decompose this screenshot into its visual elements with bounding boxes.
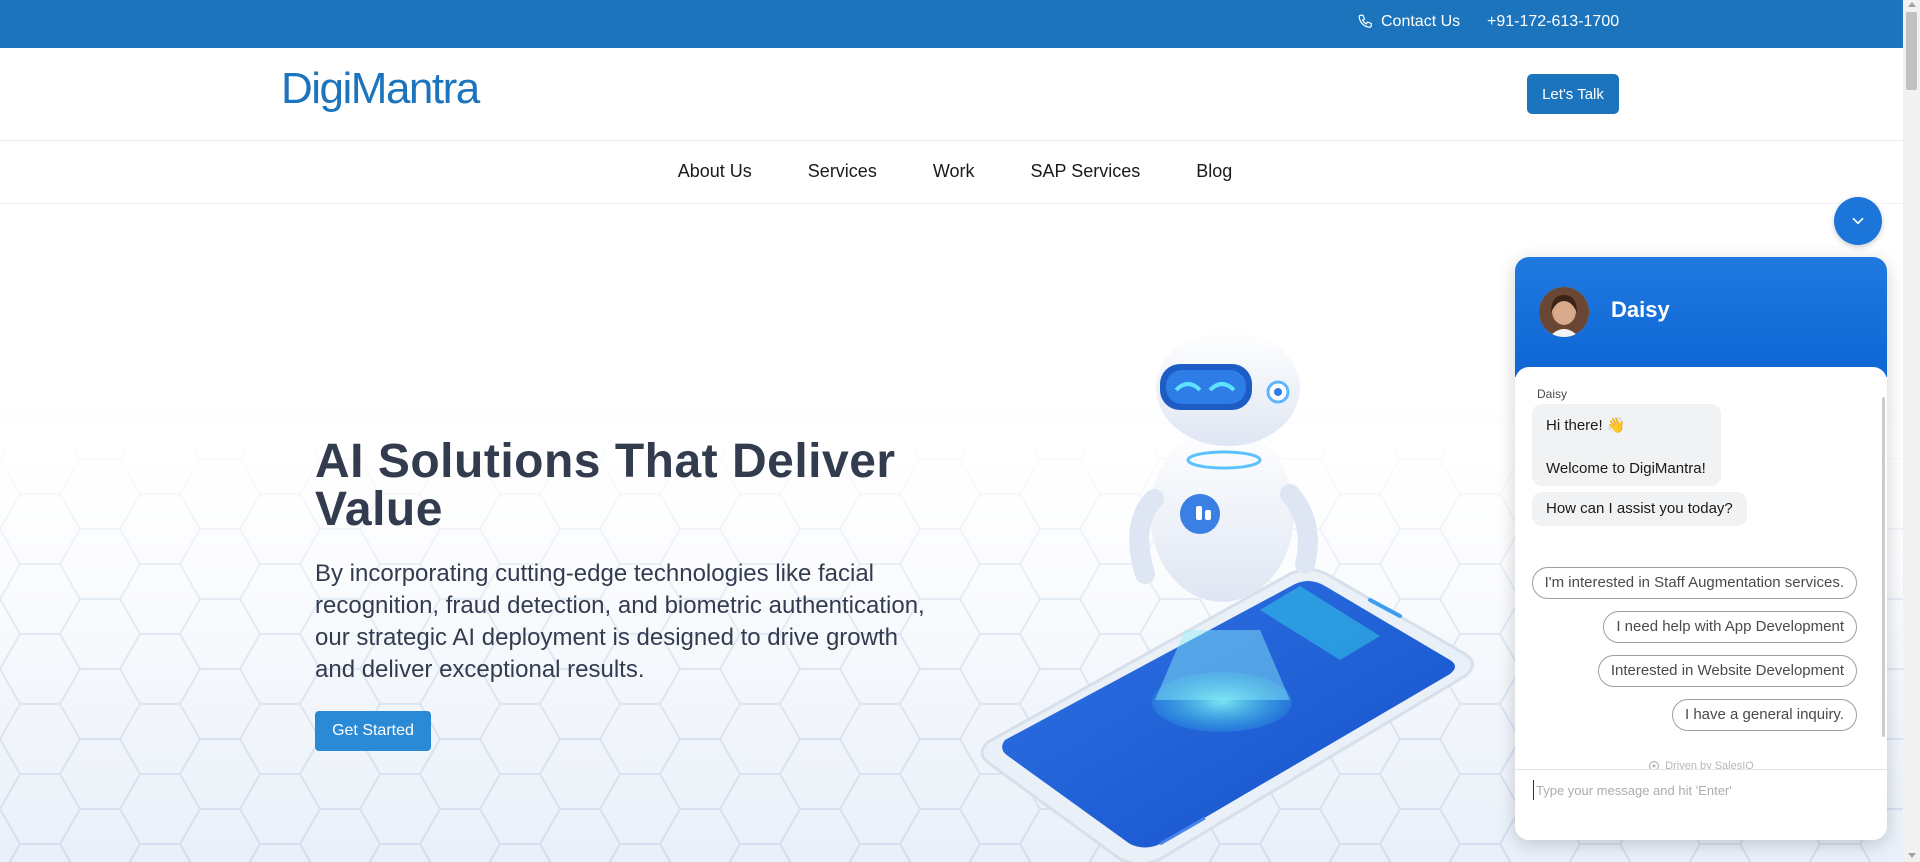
greeting-text: Hi there! 👋: [1546, 417, 1626, 434]
option-staff-augmentation[interactable]: I'm interested in Staff Augmentation ser…: [1531, 567, 1857, 599]
phone-number-link[interactable]: +91-172-613-1700: [1487, 13, 1619, 31]
scroll-down-icon[interactable]: [1908, 853, 1916, 858]
chat-header: Daisy: [1515, 257, 1887, 377]
top-bar: Contact Us +91-172-613-1700: [0, 0, 1903, 48]
chat-minimize-button[interactable]: [1834, 197, 1882, 245]
agent-avatar: [1539, 287, 1589, 337]
option-general-inquiry[interactable]: I have a general inquiry.: [1672, 699, 1857, 731]
welcome-text: Welcome to DigiMantra!: [1546, 460, 1706, 477]
option-app-development[interactable]: I need help with App Development: [1603, 611, 1857, 643]
chat-widget: Daisy Daisy Hi there! 👋 Welcome to DigiM…: [1515, 257, 1887, 840]
hero-title: AI Solutions That Deliver Value: [315, 435, 896, 536]
nav-item-blog[interactable]: Blog: [1196, 161, 1232, 182]
robot-phone-illustration: [980, 330, 1474, 862]
logo-wordmark: DigiMantra: [281, 65, 481, 113]
nav-item-work[interactable]: Work: [933, 161, 975, 182]
phone-icon: [1357, 13, 1375, 31]
agent-name: Daisy: [1611, 297, 1670, 322]
nav-item-services[interactable]: Services: [808, 161, 877, 182]
scrollbar-thumb[interactable]: [1906, 12, 1917, 90]
nav-item-about-us[interactable]: About Us: [678, 161, 752, 182]
get-started-button[interactable]: Get Started: [315, 711, 431, 751]
lets-talk-button[interactable]: Let's Talk: [1527, 74, 1619, 114]
option-website-development[interactable]: Interested in Website Development: [1597, 655, 1857, 687]
site-header: DigiMantra Let's Talk: [0, 48, 1903, 141]
main-nav: About Us Services Work SAP Services Blog: [0, 141, 1903, 204]
scroll-up-icon[interactable]: [1908, 2, 1916, 7]
page-scrollbar[interactable]: [1903, 0, 1920, 862]
contact-us-link[interactable]: Contact Us: [1357, 13, 1460, 31]
chat-message-input[interactable]: [1533, 780, 1863, 800]
chat-conversation: Daisy Hi there! 👋 Welcome to DigiMantra!…: [1515, 367, 1887, 772]
question-message: How can I assist you today?: [1532, 492, 1747, 526]
contact-us-label: Contact Us: [1381, 13, 1461, 30]
message-sender-label: Daisy: [1537, 387, 1568, 401]
chevron-down-icon: [1852, 217, 1864, 225]
nav-item-sap-services[interactable]: SAP Services: [1031, 161, 1141, 182]
chat-scrollbar[interactable]: [1882, 397, 1885, 737]
hero-description: By incorporating cutting-edge technologi…: [315, 560, 925, 683]
digimantra-logo[interactable]: DigiMantra: [281, 65, 491, 117]
chat-input-area: [1515, 769, 1887, 840]
greeting-message: Hi there! 👋 Welcome to DigiMantra!: [1532, 404, 1721, 486]
